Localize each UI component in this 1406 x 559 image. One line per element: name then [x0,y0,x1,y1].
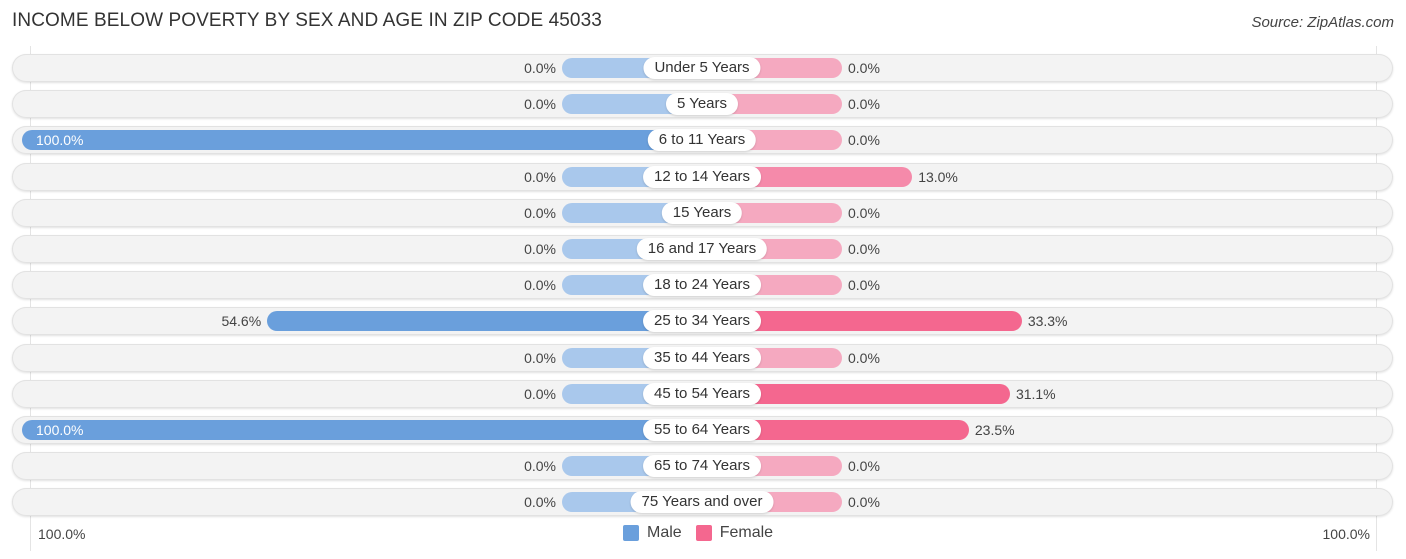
legend: Male Female [623,524,773,542]
category-label: 75 Years and over [630,491,774,514]
male-value-label: 100.0% [36,422,84,438]
category-label: 25 to 34 Years [643,310,761,333]
female-value-label: 0.0% [848,132,880,149]
male-value-label: 0.0% [524,458,556,475]
category-label: 65 to 74 Years [643,455,761,478]
legend-female-swatch [695,525,712,541]
category-label: 15 Years [661,201,743,224]
female-value-label: 0.0% [848,241,880,257]
male-bar [22,130,702,151]
male-value-label: 0.0% [524,277,556,294]
axis-right-label: 100.0% [1322,526,1370,542]
male-value-label: 0.0% [524,241,556,257]
chart-page: INCOME BELOW POVERTY BY SEX AND AGE IN Z… [0,0,1406,559]
female-value-label: 0.0% [848,494,880,511]
female-value-label: 0.0% [848,96,880,113]
male-value-label: 100.0% [36,132,84,149]
legend-female-label: Female [719,524,774,541]
male-value-label: 0.0% [524,60,556,76]
female-value-label: 33.3% [1027,313,1068,330]
category-label: 18 to 24 Years [643,274,761,297]
female-value-label: 31.1% [1015,385,1056,402]
category-label: Under 5 Years [643,57,761,79]
legend-male-swatch [623,525,639,541]
category-label: 35 to 44 Years [643,346,761,369]
category-label: 16 and 17 Years [636,238,768,260]
male-value-label: 0.0% [524,96,556,113]
category-label: 45 to 54 Years [643,382,761,405]
chart-title: INCOME BELOW POVERTY BY SEX AND AGE IN Z… [12,10,602,31]
female-value-label: 0.0% [848,60,880,76]
axis-left-label: 100.0% [38,526,86,542]
female-value-label: 0.0% [848,349,880,366]
male-value-label: 0.0% [524,168,556,185]
female-value-label: 13.0% [918,168,958,185]
category-label: 12 to 14 Years [643,165,761,188]
male-value-label: 54.6% [221,313,262,330]
category-label: 5 Years [665,93,739,116]
category-label: 6 to 11 Years [647,129,757,152]
male-value-label: 0.0% [524,385,556,402]
legend-male-label: Male [647,524,682,541]
category-label: 55 to 64 Years [643,419,761,441]
male-value-label: 0.0% [524,349,556,366]
female-value-label: 0.0% [848,458,880,475]
female-value-label: 0.0% [848,277,880,294]
male-bar [267,311,702,332]
female-value-label: 0.0% [848,204,880,221]
male-bar [22,420,702,440]
female-value-label: 23.5% [974,422,1015,438]
male-value-label: 0.0% [524,204,556,221]
source-label: Source: ZipAtlas.com [1251,14,1394,31]
male-value-label: 0.0% [524,494,556,511]
